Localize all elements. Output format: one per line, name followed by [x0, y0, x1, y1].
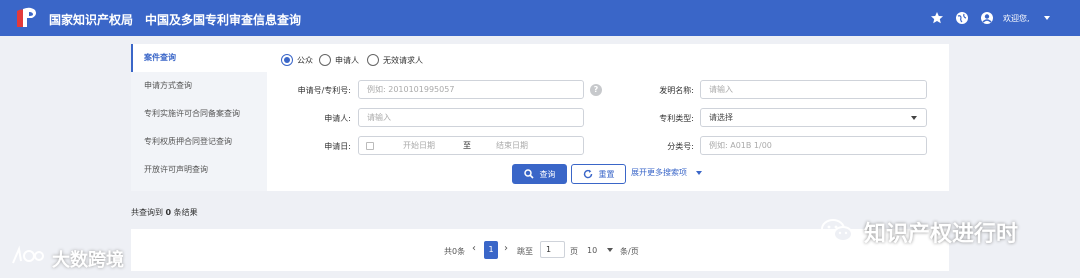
pagination-total: 共0条 [444, 247, 466, 256]
chevron-left-icon[interactable]: ‹ [472, 243, 476, 254]
radio-circle[interactable] [319, 54, 331, 66]
sidebar-item-open-license[interactable]: 开放许可声明查询 [131, 156, 267, 184]
sidebar-item-license-filing[interactable]: 专利实施许可合同备案查询 [131, 100, 267, 128]
chevron-down-icon[interactable] [696, 171, 702, 175]
result-count: 共查询到 0 条结果 [131, 207, 198, 218]
result-number: 0 [165, 208, 172, 217]
end-date-input[interactable]: 结束日期 [496, 137, 528, 154]
page-size-select[interactable]: 10 [587, 246, 597, 255]
radio-invalidation-requester[interactable]: 无效请求人 [367, 54, 423, 66]
user-icon[interactable] [980, 11, 994, 25]
sidebar-item-application-method[interactable]: 申请方式查询 [131, 72, 267, 100]
cnipa-logo [14, 6, 40, 30]
application-date-label: 申请日: [324, 142, 351, 151]
radio-label: 申请人 [335, 55, 359, 65]
patent-type-placeholder: 请选择 [709, 113, 733, 122]
pagination-current-page[interactable]: 1 [484, 241, 498, 259]
invention-name-label: 发明名称: [659, 86, 694, 95]
pagination-goto-input[interactable]: 1 [540, 241, 565, 258]
applicant-label: 申请人: [324, 114, 351, 123]
classification-label: 分类号: [667, 142, 694, 151]
chevron-right-icon[interactable]: › [504, 243, 508, 254]
radio-applicant[interactable]: 申请人 [319, 54, 359, 66]
chevron-down-icon[interactable] [1044, 16, 1050, 20]
radio-circle[interactable] [367, 54, 379, 66]
radio-public[interactable]: 公众 [281, 54, 313, 66]
chevron-down-icon[interactable] [607, 248, 613, 252]
patent-type-label: 专利类型: [659, 114, 694, 123]
sidebar-item-case-query[interactable]: 案件查询 [131, 44, 267, 72]
radio-label: 无效请求人 [383, 55, 423, 65]
star-icon[interactable] [930, 11, 944, 25]
search-icon [523, 169, 534, 179]
query-type-sidebar: 案件查询 申请方式查询 专利实施许可合同备案查询 专利权质押合同登记查询 开放许… [131, 44, 267, 191]
watermark-right: 知识产权进行时 [864, 222, 1019, 247]
pagination-page-unit: 页 [570, 247, 578, 256]
applicant-input[interactable]: 请输入 [358, 108, 584, 127]
top-navbar: 国家知识产权局 中国及多国专利审查信息查询 欢迎您, [0, 0, 1080, 36]
system-title: 中国及多国专利审查信息查询 [145, 13, 302, 27]
watermark-left: 大数跨境 [52, 250, 124, 271]
search-button-label: 查询 [539, 169, 556, 179]
brand-name: 国家知识产权局 [49, 13, 134, 27]
invention-name-input[interactable]: 请输入 [700, 80, 927, 99]
reset-button-label: 重置 [598, 169, 615, 179]
date-range-picker[interactable]: 开始日期 至 结束日期 [358, 136, 584, 155]
pagination-per-page: 条/页 [620, 247, 639, 256]
globe-icon[interactable] [955, 11, 969, 25]
refresh-icon [583, 169, 592, 179]
application-number-input[interactable]: 例如: 2010101995057 [358, 80, 584, 99]
reset-button[interactable]: 重置 [571, 164, 626, 184]
pagination-goto-label: 跳至 [517, 247, 533, 256]
radio-label: 公众 [297, 55, 313, 65]
patent-type-select[interactable]: 请选择 [700, 108, 927, 127]
result-prefix: 共查询到 [131, 208, 163, 217]
wechat-icon [821, 219, 853, 242]
sidebar-item-pledge-registration[interactable]: 专利权质押合同登记查询 [131, 128, 267, 156]
calendar-icon [366, 142, 374, 150]
radio-circle[interactable] [281, 54, 293, 66]
date-separator: 至 [463, 141, 471, 150]
chevron-down-icon [911, 116, 917, 120]
expand-more-link[interactable]: 展开更多搜索项 [631, 167, 687, 178]
start-date-input[interactable]: 开始日期 [403, 137, 435, 154]
help-icon[interactable]: ? [590, 84, 602, 96]
search-button[interactable]: 查询 [512, 164, 567, 184]
watermark-logo-icon [12, 245, 44, 264]
application-number-label: 申请号/专利号: [297, 86, 351, 95]
classification-input[interactable]: 例如: A01B 1/00 [700, 136, 927, 155]
result-suffix: 条结果 [173, 208, 198, 217]
welcome-text[interactable]: 欢迎您, [1003, 13, 1030, 24]
